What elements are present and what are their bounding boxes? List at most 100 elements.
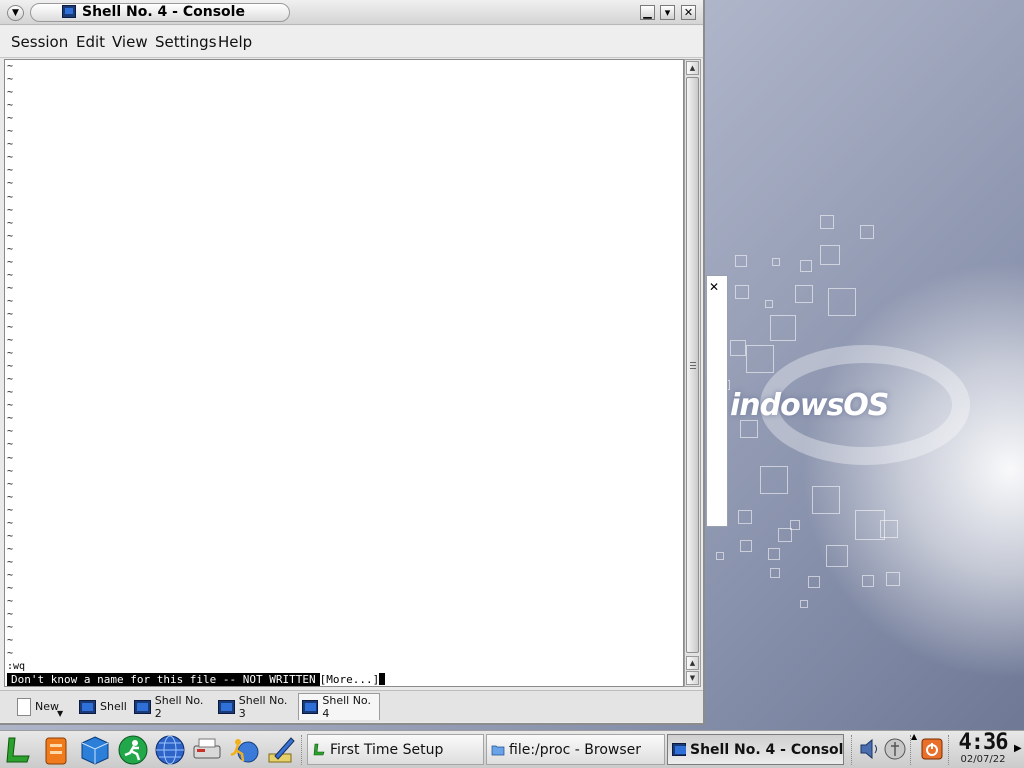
taskbar-scroll-arrow-icon[interactable]: ▶	[1014, 743, 1022, 754]
menu-session[interactable]: Session	[11, 33, 68, 51]
globe-icon[interactable]	[154, 734, 186, 766]
tilde-line: ~	[7, 61, 14, 72]
scrollbar-thumb[interactable]	[686, 77, 699, 653]
wallpaper-square	[862, 575, 874, 587]
wallpaper-square	[820, 245, 840, 265]
tilde-line: ~	[7, 178, 14, 190]
wallpaper-square	[768, 548, 780, 560]
menubar: Session Edit View Settings Help	[0, 26, 703, 58]
network-icon[interactable]	[883, 737, 907, 761]
tilde-line: ~	[7, 100, 14, 112]
task-file-browser[interactable]: file:/proc - Browser	[486, 734, 665, 765]
tilde-line: ~	[7, 152, 14, 164]
runner-icon[interactable]	[117, 734, 149, 766]
tilde-line: ~	[7, 139, 14, 151]
pen-tool-icon[interactable]	[265, 734, 297, 766]
wallpaper-square	[880, 520, 898, 538]
tilde-line: ~	[7, 126, 14, 138]
wallpaper-square	[746, 345, 774, 373]
wallpaper-square	[730, 340, 746, 356]
tilde-line: ~	[7, 569, 14, 581]
wallpaper-square	[826, 545, 848, 567]
new-document-icon	[17, 697, 31, 716]
tilde-line: ~	[7, 583, 14, 594]
wallpaper-square	[812, 486, 840, 514]
window-menu-chevron-icon[interactable]: ▼	[7, 5, 24, 21]
wallpaper-square	[716, 552, 724, 560]
wallpaper-square	[820, 215, 834, 229]
tilde-line: ~	[7, 322, 14, 333]
wallpaper-square	[800, 600, 808, 608]
dropdown-arrow-icon[interactable]: ▼	[57, 709, 63, 718]
menu-help[interactable]: Help	[218, 33, 252, 51]
tilde-line: ~	[7, 335, 14, 347]
tilde-line: ~	[7, 400, 14, 412]
background-window-close-icon[interactable]: ✕	[707, 280, 721, 294]
session-tab-shell-3[interactable]: Shell No. 3	[215, 693, 297, 720]
printer-icon[interactable]	[191, 734, 223, 766]
new-session-button[interactable]: New ▼	[14, 693, 68, 720]
terminal-area[interactable]: ~ ~ ~ ~ ~ ~ ~ ~ ~ ~ ~ ~ ~ ~ ~ ~ ~ ~ ~ ~ ~ ~ ~ ~ ~ ~ ~ ~ ~ ~ ~ ~ ~ ~ ~ ~ ~ ~ ~ ~…	[4, 59, 684, 687]
tilde-line: ~	[7, 191, 14, 203]
grip-line	[690, 362, 696, 363]
scroll-up-arrow-icon[interactable]: ▲	[686, 61, 699, 75]
tilde-line: ~	[7, 374, 14, 386]
tilde-line: ~	[7, 426, 14, 438]
session-tab-shell-4[interactable]: Shell No. 4	[298, 693, 380, 720]
session-tab-label: Shell No. 3	[238, 693, 288, 720]
power-icon[interactable]	[920, 737, 944, 761]
wallpaper-square	[735, 285, 749, 299]
scroll-down-arrow-icon[interactable]: ▼	[686, 671, 699, 685]
speaker-icon[interactable]	[858, 737, 880, 761]
wallpaper-square	[760, 466, 788, 494]
text-cursor	[379, 673, 386, 685]
task-first-time-setup[interactable]: First Time Setup	[307, 734, 484, 765]
menu-view[interactable]: View	[112, 33, 148, 51]
tilde-line: ~	[7, 387, 14, 399]
lindows-start-icon[interactable]	[3, 734, 35, 766]
wallpaper-square	[808, 576, 820, 588]
error-message: Don't know a name for this file -- NOT W…	[7, 673, 320, 686]
more-prompt: [More...]	[319, 673, 380, 686]
wallpaper-square	[765, 300, 773, 308]
menu-edit[interactable]: Edit	[76, 33, 105, 51]
task-label: file:/proc - Browser	[509, 741, 642, 758]
scroll-up-arrow-icon[interactable]: ▲	[686, 656, 699, 670]
command-line: :wq	[7, 661, 26, 672]
cube-icon[interactable]	[79, 734, 111, 766]
task-label: Shell No. 4 - Console	[690, 741, 844, 758]
tray-expand-arrow-icon[interactable]: ▲	[911, 732, 917, 741]
tilde-line: ~	[7, 530, 14, 542]
task-console[interactable]: Shell No. 4 - Console	[667, 734, 844, 765]
status-message: Don't know a name for this file -- NOT W…	[7, 673, 386, 686]
session-tab-shell-2[interactable]: Shell No. 2	[131, 693, 213, 720]
tilde-line: ~	[7, 87, 14, 99]
tilde-line: ~	[7, 308, 14, 320]
toolbox-icon[interactable]	[40, 734, 72, 766]
tilde-line: ~	[7, 478, 14, 490]
menu-settings[interactable]: Settings	[155, 33, 217, 51]
tilde-line: ~	[7, 491, 14, 503]
tilde-line: ~	[7, 256, 14, 268]
wallpaper-square	[738, 510, 752, 524]
background-window-edge[interactable]: ✕	[706, 275, 728, 527]
tilde-line: ~	[7, 74, 14, 86]
tilde-line: ~	[7, 282, 14, 294]
tilde-line: ~	[7, 543, 14, 555]
titlebar[interactable]: ▼ Shell No. 4 - Console ▁ ▾ ✕	[0, 0, 703, 25]
tilde-line: ~	[7, 361, 14, 373]
close-button[interactable]: ✕	[681, 5, 696, 20]
tilde-line: ~	[7, 113, 14, 125]
taskbar-separator	[301, 735, 305, 765]
clock[interactable]: 4:36 02/07/22	[955, 732, 1011, 766]
tilde-line: ~	[7, 348, 14, 360]
maximize-button[interactable]: ▾	[660, 5, 675, 20]
session-tab-shell[interactable]: Shell	[76, 693, 130, 720]
vertical-scrollbar[interactable]: ▲ ▲ ▼	[684, 59, 701, 687]
new-session-label: New	[35, 700, 59, 713]
session-tabbar: New ▼ Shell Shell No. 2 Shell No. 3 Shel…	[0, 690, 703, 722]
console-icon	[134, 699, 151, 714]
click-n-run-icon[interactable]	[228, 734, 260, 766]
minimize-button[interactable]: ▁	[640, 5, 655, 20]
console-icon	[302, 700, 319, 714]
